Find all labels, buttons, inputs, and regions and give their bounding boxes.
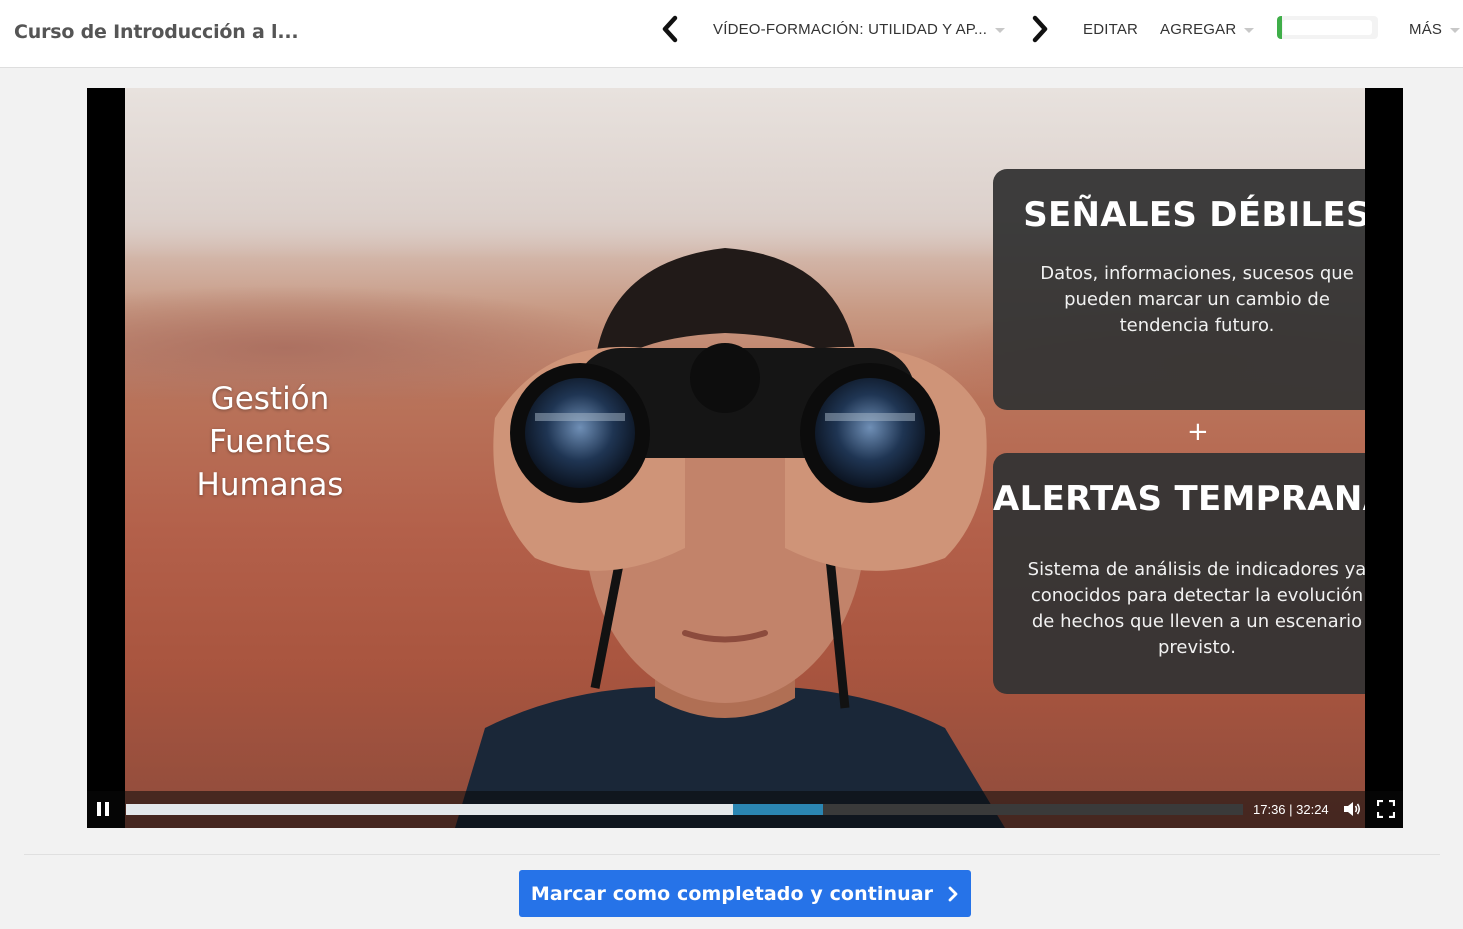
volume-button[interactable] bbox=[1342, 800, 1362, 818]
pause-icon bbox=[97, 802, 101, 816]
volume-icon bbox=[1344, 802, 1361, 816]
add-menu-label: AGREGAR bbox=[1160, 20, 1237, 38]
caret-down-icon bbox=[1244, 27, 1255, 33]
early-alerts-body: Sistema de análisis de indicadores ya co… bbox=[1027, 559, 1365, 658]
pause-icon bbox=[105, 802, 109, 816]
early-alerts-title: ALERTAS TEMPRANAS bbox=[993, 479, 1365, 519]
pause-button[interactable] bbox=[95, 800, 111, 818]
caret-down-icon bbox=[995, 27, 1006, 33]
progress-fill bbox=[1277, 16, 1283, 39]
fullscreen-button[interactable] bbox=[1376, 799, 1396, 819]
slide-left-line: Fuentes bbox=[209, 424, 331, 460]
fullscreen-icon bbox=[1376, 799, 1396, 819]
next-lesson-button[interactable] bbox=[1028, 14, 1052, 44]
slide-left-line: Humanas bbox=[196, 467, 344, 503]
lesson-dropdown[interactable]: VÍDEO-FORMACIÓN: UTILIDAD Y AP... bbox=[713, 19, 1006, 39]
previous-lesson-button[interactable] bbox=[658, 14, 682, 44]
course-progress-indicator[interactable] bbox=[1277, 16, 1378, 39]
mark-complete-label: Marcar como completado y continuar bbox=[530, 882, 934, 905]
caret-down-icon bbox=[1450, 27, 1461, 33]
plus-sign: + bbox=[1187, 417, 1209, 447]
chevron-right-icon bbox=[1032, 15, 1048, 43]
add-menu[interactable]: AGREGAR bbox=[1160, 19, 1255, 39]
weak-signals-body: Datos, informaciones, sucesos que pueden… bbox=[1040, 263, 1354, 336]
time-display: 17:36 | 32:24 bbox=[1253, 802, 1329, 817]
top-bar: Curso de Introducción a l... VÍDEO-FORMA… bbox=[0, 0, 1463, 68]
edit-menu[interactable]: EDITAR bbox=[1083, 19, 1138, 39]
weak-signals-card: SEÑALES DÉBILES Datos, informaciones, su… bbox=[993, 169, 1365, 410]
more-menu[interactable]: MÁS bbox=[1409, 19, 1461, 39]
weak-signals-title: SEÑALES DÉBILES bbox=[1023, 195, 1365, 235]
progress-label-redacted bbox=[1283, 20, 1372, 35]
video-frame: Gestión Fuentes Humanas SEÑALES DÉBILES … bbox=[125, 88, 1365, 828]
footer-divider bbox=[24, 854, 1440, 855]
more-menu-label: MÁS bbox=[1409, 20, 1443, 38]
slide-left-line: Gestión bbox=[210, 381, 330, 417]
slide-left-title: Gestión Fuentes Humanas bbox=[185, 378, 355, 507]
lesson-dropdown-label: VÍDEO-FORMACIÓN: UTILIDAD Y AP... bbox=[713, 20, 988, 38]
course-title[interactable]: Curso de Introducción a l... bbox=[14, 21, 299, 43]
early-alerts-card: ALERTAS TEMPRANAS Sistema de análisis de… bbox=[993, 453, 1365, 694]
chevron-left-icon bbox=[662, 15, 678, 43]
video-player[interactable]: Gestión Fuentes Humanas SEÑALES DÉBILES … bbox=[87, 88, 1403, 828]
video-controls: 17:36 | 32:24 bbox=[87, 791, 1403, 828]
video-scrubber[interactable] bbox=[126, 804, 1243, 815]
mark-complete-continue-button[interactable]: Marcar como completado y continuar bbox=[519, 870, 971, 917]
chevron-right-icon bbox=[948, 886, 958, 901]
played-bar bbox=[126, 804, 733, 815]
